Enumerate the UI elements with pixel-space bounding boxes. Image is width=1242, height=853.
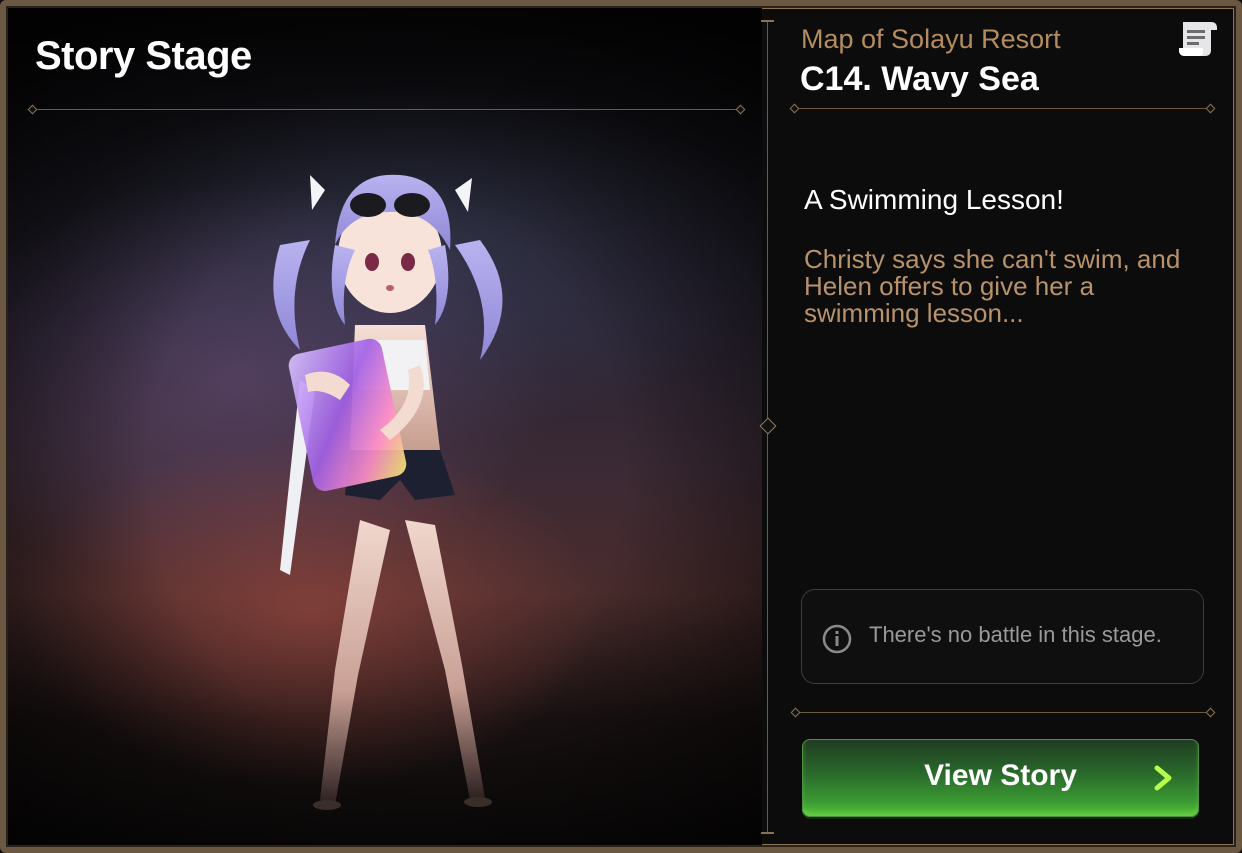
view-story-label: View Story <box>924 759 1077 792</box>
view-story-button[interactable]: View Story <box>802 739 1199 817</box>
stage-name: C14. Wavy Sea <box>800 60 1039 98</box>
notice-text: There's no battle in this stage. <box>869 622 1162 647</box>
story-title: A Swimming Lesson! <box>804 184 1064 215</box>
info-icon <box>822 624 852 654</box>
scroll-icon[interactable] <box>1175 16 1221 60</box>
map-name: Map of Solayu Resort <box>801 24 1061 54</box>
chevron-right-icon <box>1154 765 1172 791</box>
character-illustration <box>273 174 503 810</box>
page-title: Story Stage <box>35 34 252 78</box>
separator-cap-top <box>761 20 774 22</box>
separator-cap-bottom <box>761 832 774 834</box>
right-header-divider <box>795 108 1210 109</box>
left-header-divider <box>33 109 740 110</box>
story-description: Christy says she can't swim, and Helen o… <box>804 244 1181 328</box>
bottom-divider <box>796 712 1210 713</box>
